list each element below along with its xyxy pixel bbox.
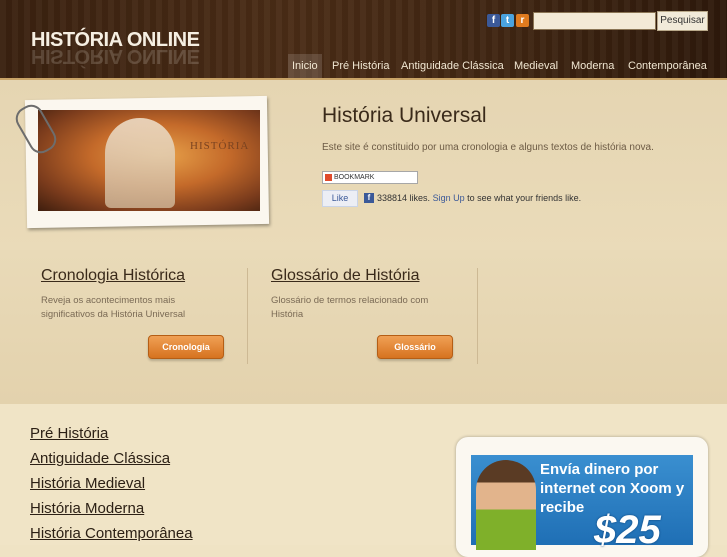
link-historia-medieval[interactable]: História Medieval xyxy=(30,475,145,492)
link-historia-contemporanea[interactable]: História Contemporânea xyxy=(30,525,193,542)
nav-item-medieval[interactable]: Medieval xyxy=(514,54,558,78)
signup-link[interactable]: Sign Up xyxy=(433,193,465,203)
nav-item-inicio[interactable]: Inicio xyxy=(288,54,322,78)
ad-person-image xyxy=(476,460,536,550)
search-input[interactable] xyxy=(533,12,656,30)
facebook-like-icon: f xyxy=(364,193,374,203)
card-title-cronologia[interactable]: Cronologia Histórica xyxy=(41,267,185,285)
like-count-text: 338814 likes. xyxy=(377,193,431,203)
nav-item-contemporanea[interactable]: Contemporânea xyxy=(628,54,707,78)
card-divider xyxy=(477,268,478,364)
card-text-cronologia: Reveja os acontecimentos mais significat… xyxy=(41,295,186,320)
page-title: História Universal xyxy=(322,104,487,127)
link-antiguidade-classica[interactable]: Antiguidade Clássica xyxy=(30,450,170,467)
link-historia-moderna[interactable]: História Moderna xyxy=(30,500,144,517)
bookmark-icon xyxy=(325,173,332,181)
card-title-glossario[interactable]: Glossário de História xyxy=(271,267,420,285)
nav-item-pre-historia[interactable]: Pré História xyxy=(332,54,389,78)
search-button[interactable]: Pesquisar xyxy=(657,11,708,31)
link-pre-historia[interactable]: Pré História xyxy=(30,425,108,442)
feature-description: Este site é constituido por uma cronolog… xyxy=(322,142,654,153)
cronologia-button[interactable]: Cronologia xyxy=(148,335,224,359)
bookmark-button[interactable]: BOOKMARK xyxy=(322,171,418,184)
rss-icon[interactable]: r xyxy=(516,14,529,27)
signup-suffix: to see what your friends like. xyxy=(467,193,582,203)
nav-item-moderna[interactable]: Moderna xyxy=(571,54,614,78)
bookmark-label: BOOKMARK xyxy=(334,174,375,181)
feature-image-figure xyxy=(105,118,175,208)
card-text-glossario: Glossário de termos relacionado com Hist… xyxy=(271,295,429,320)
ad-amount: $25 xyxy=(594,508,661,552)
twitter-icon[interactable]: t xyxy=(501,14,514,27)
card-divider xyxy=(247,268,248,364)
feature-image-caption: HISTÓRIA xyxy=(190,140,250,152)
facebook-like-button[interactable]: Like xyxy=(322,190,358,207)
glossario-button[interactable]: Glossário xyxy=(377,335,453,359)
like-count: 338814 likes. Sign Up to see what your f… xyxy=(377,193,581,203)
nav-item-antiguidade-classica[interactable]: Antiguidade Clássica xyxy=(401,54,504,78)
logo-reflection: HISTÓRIA ONLINE xyxy=(31,45,200,67)
facebook-icon[interactable]: f xyxy=(487,14,500,27)
